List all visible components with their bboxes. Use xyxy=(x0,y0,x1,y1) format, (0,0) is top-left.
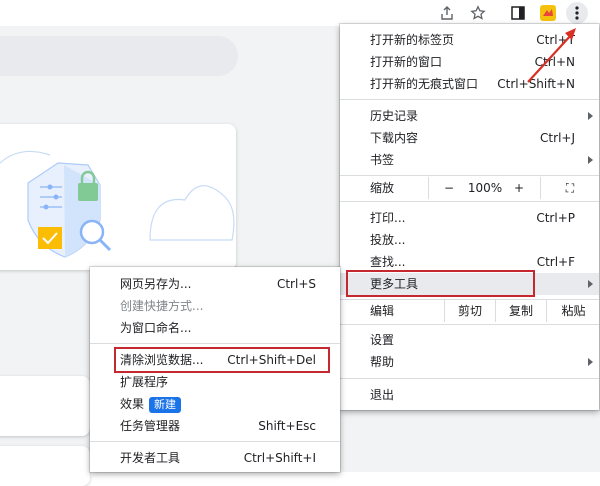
menu-item-shortcut: Shift+Esc xyxy=(258,419,316,433)
menu-item-label: 退出 xyxy=(370,388,395,402)
menu-separator xyxy=(340,324,599,325)
share-icon[interactable] xyxy=(436,2,458,24)
menu-item-shortcut: Ctrl+P xyxy=(536,211,575,225)
menu-item-new-incognito-window[interactable]: 打开新的无痕式窗口 Ctrl+Shift+N xyxy=(340,73,599,95)
submenu-arrow-icon xyxy=(588,156,593,164)
paste-button[interactable]: 粘贴 xyxy=(546,300,600,322)
submenu-arrow-icon xyxy=(588,358,593,366)
menu-item-label: 打开新的无痕式窗口 xyxy=(370,77,479,91)
browser-toolbar xyxy=(0,0,600,26)
menu-item-shortcut: Ctrl+J xyxy=(540,131,575,145)
menu-separator xyxy=(340,201,599,202)
menu-item-label: 历史记录 xyxy=(370,109,419,123)
submenu-item-task-manager[interactable]: 任务管理器 Shift+Esc xyxy=(90,415,340,437)
side-panel-icon[interactable] xyxy=(507,2,529,24)
menu-item-label: 创建快捷方式... xyxy=(120,299,204,313)
submenu-item-name-window[interactable]: 为窗口命名... xyxy=(90,317,340,339)
cut-button[interactable]: 剪切 xyxy=(444,300,495,322)
menu-item-label: 网页另存为... xyxy=(120,277,192,291)
search-box[interactable] xyxy=(0,36,238,76)
content-card xyxy=(0,446,90,486)
menu-item-label: 扩展程序 xyxy=(120,375,169,389)
menu-item-label: 打开新的窗口 xyxy=(370,55,443,69)
content-card xyxy=(0,376,90,436)
menu-item-history[interactable]: 历史记录 xyxy=(340,105,599,127)
menu-item-help[interactable]: 帮助 xyxy=(340,351,599,373)
submenu-item-effects[interactable]: 效果 新建 xyxy=(90,393,340,415)
menu-item-label: 效果 新建 xyxy=(120,393,182,415)
menu-item-new-window[interactable]: 打开新的窗口 Ctrl+N xyxy=(340,51,599,73)
copy-button[interactable]: 复制 xyxy=(495,300,546,322)
menu-item-new-tab[interactable]: 打开新的标签页 Ctrl+T xyxy=(340,29,599,51)
profile-avatar-icon[interactable] xyxy=(537,2,559,24)
chrome-main-menu: 打开新的标签页 Ctrl+T 打开新的窗口 Ctrl+N 打开新的无痕式窗口 C… xyxy=(340,24,599,410)
new-badge: 新建 xyxy=(149,397,182,413)
submenu-item-extensions[interactable]: 扩展程序 xyxy=(90,371,340,393)
highlight-more-tools xyxy=(346,270,535,297)
menu-item-label: 下载内容 xyxy=(370,131,419,145)
submenu-arrow-icon xyxy=(588,280,593,288)
menu-item-label: 投放... xyxy=(370,233,406,247)
menu-item-label: 打印... xyxy=(370,211,406,225)
menu-separator xyxy=(340,378,599,379)
menu-item-shortcut: Ctrl+N xyxy=(534,55,575,69)
menu-item-label: 开发者工具 xyxy=(120,451,181,465)
submenu-arrow-icon xyxy=(588,112,593,120)
more-options-button[interactable] xyxy=(566,2,588,24)
menu-item-shortcut: Ctrl+S xyxy=(276,277,316,291)
zoom-level: 100% xyxy=(467,181,503,195)
fullscreen-icon[interactable]: ⛶ xyxy=(560,177,580,199)
menu-item-cast[interactable]: 投放... xyxy=(340,229,599,251)
bookmark-star-icon[interactable] xyxy=(467,2,489,24)
menu-item-shortcut: Ctrl+Shift+I xyxy=(243,451,316,465)
menu-separator xyxy=(90,441,340,442)
highlight-clear-browsing-data xyxy=(114,347,330,373)
menu-item-shortcut: Ctrl+Shift+N xyxy=(497,77,575,91)
zoom-in-button[interactable]: + xyxy=(512,177,526,199)
edit-row: 编辑 剪切 复制 粘贴 xyxy=(340,300,599,322)
menu-item-print[interactable]: 打印... Ctrl+P xyxy=(340,207,599,229)
zoom-out-button[interactable]: − xyxy=(442,177,456,199)
menu-item-label: 书签 xyxy=(370,153,395,167)
menu-item-settings[interactable]: 设置 xyxy=(340,329,599,351)
edit-label: 编辑 xyxy=(370,304,395,318)
submenu-item-developer-tools[interactable]: 开发者工具 Ctrl+Shift+I xyxy=(90,447,340,469)
zoom-row: 缩放 − 100% + ⛶ xyxy=(340,177,599,199)
menu-separator xyxy=(340,175,599,176)
safety-check-illustration xyxy=(0,150,235,258)
menu-item-shortcut: Ctrl+T xyxy=(536,33,575,47)
menu-separator xyxy=(340,99,599,100)
zoom-label: 缩放 xyxy=(370,181,395,195)
zoom-divider xyxy=(428,177,429,199)
menu-item-label: 设置 xyxy=(370,333,395,347)
menu-item-shortcut: Ctrl+F xyxy=(536,255,575,269)
menu-item-label: 帮助 xyxy=(370,355,395,369)
menu-item-exit[interactable]: 退出 xyxy=(340,384,599,406)
menu-item-label: 任务管理器 xyxy=(120,419,181,433)
submenu-item-save-page[interactable]: 网页另存为... Ctrl+S xyxy=(90,273,340,295)
menu-separator xyxy=(90,343,340,344)
menu-item-label: 打开新的标签页 xyxy=(370,33,455,47)
effects-label: 效果 xyxy=(120,397,145,411)
menu-item-label: 为窗口命名... xyxy=(120,321,192,335)
submenu-item-create-shortcut: 创建快捷方式... xyxy=(90,295,340,317)
menu-item-bookmarks[interactable]: 书签 xyxy=(340,149,599,171)
zoom-divider xyxy=(540,177,541,199)
menu-item-downloads[interactable]: 下载内容 Ctrl+J xyxy=(340,127,599,149)
